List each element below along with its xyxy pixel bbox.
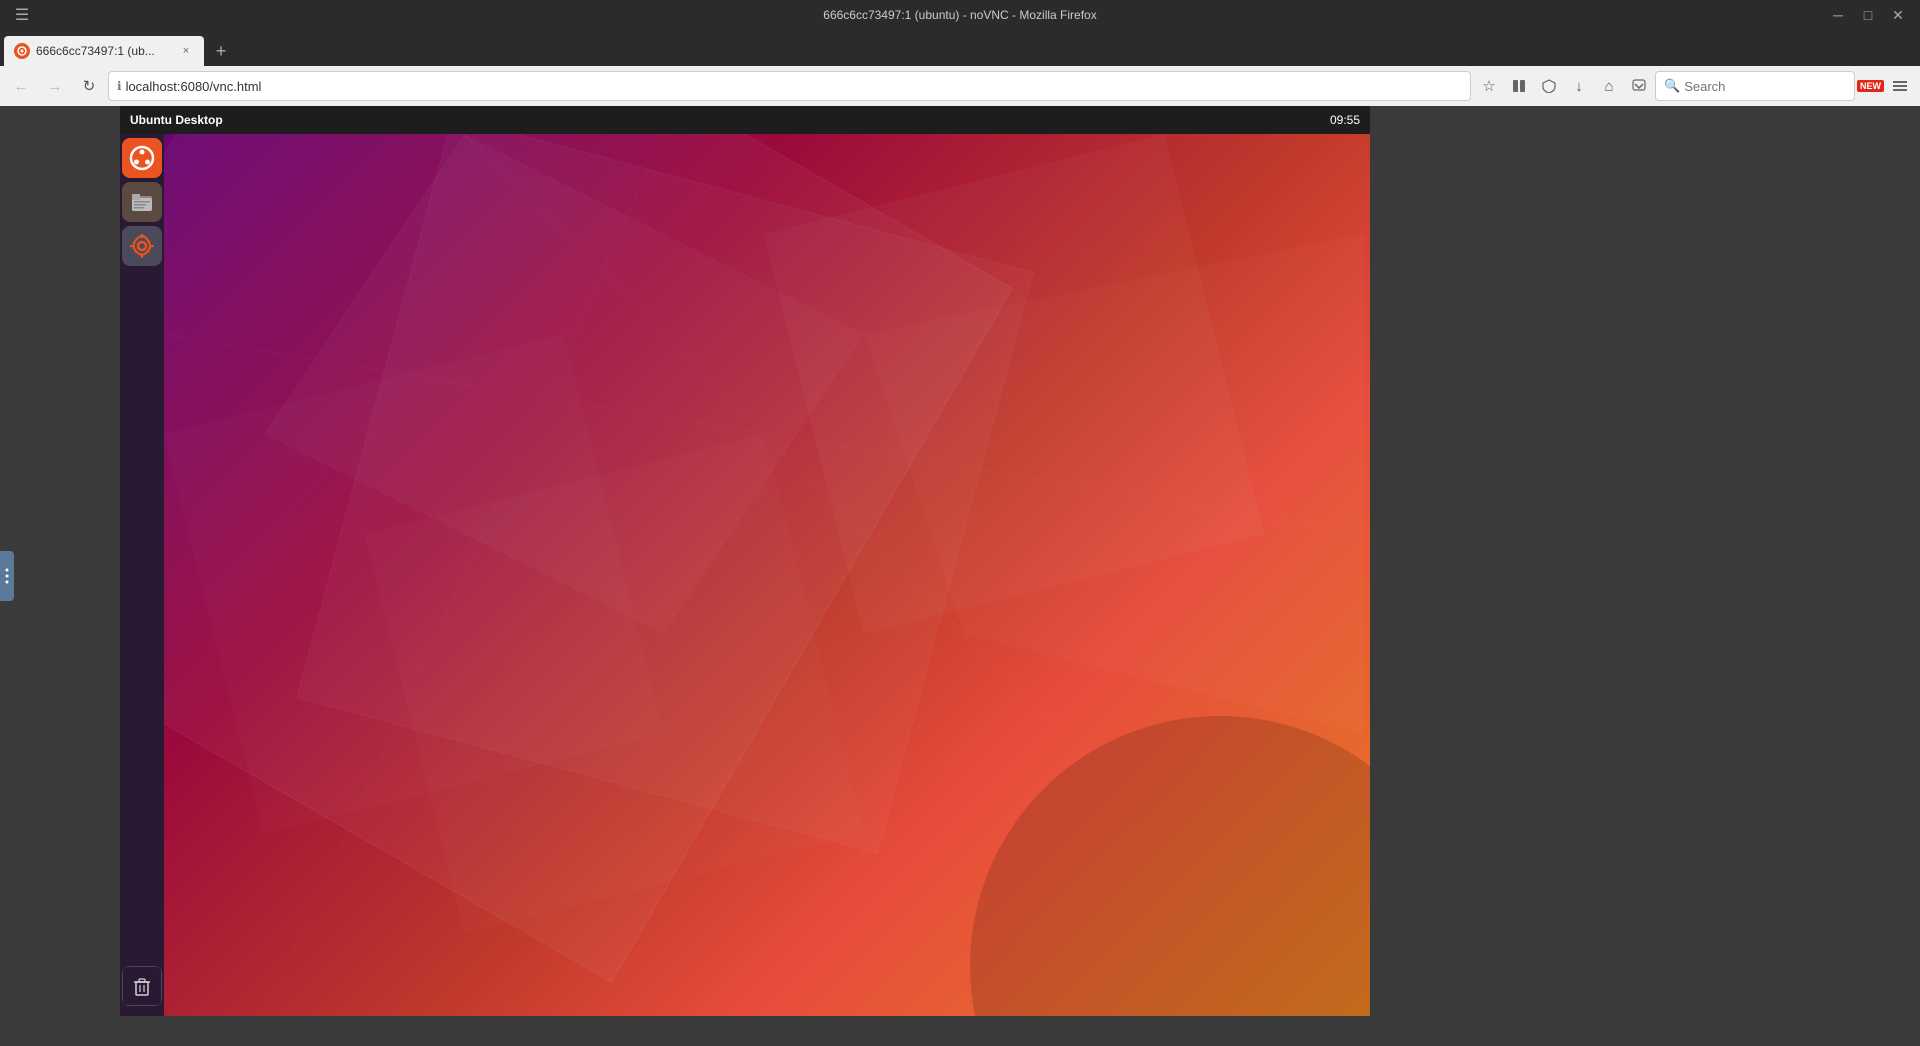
- maximize-button[interactable]: □: [1854, 1, 1882, 29]
- trash-icon[interactable]: [122, 966, 162, 1006]
- reader-mode-button[interactable]: [1505, 72, 1533, 100]
- system-settings-icon[interactable]: [122, 226, 162, 266]
- lock-icon: ℹ: [117, 79, 122, 93]
- close-button[interactable]: ✕: [1884, 1, 1912, 29]
- ubuntu-desktop-label: Ubuntu Desktop: [130, 113, 223, 127]
- download-button[interactable]: ↓: [1565, 72, 1593, 100]
- search-container[interactable]: 🔍: [1655, 71, 1855, 101]
- new-badge: NEW: [1857, 80, 1884, 92]
- tab-close-button[interactable]: ×: [178, 43, 194, 59]
- tab-bar: 666c6cc73497:1 (ub... × +: [0, 30, 1920, 66]
- extensions-button[interactable]: [1886, 72, 1914, 100]
- ubuntu-dash-icon[interactable]: [122, 138, 162, 178]
- shield-button[interactable]: [1535, 72, 1563, 100]
- ubuntu-topbar: Ubuntu Desktop 09:55: [120, 106, 1370, 134]
- decorative-circle: [970, 716, 1370, 1016]
- title-bar: ☰ 666c6cc73497:1 (ubuntu) - noVNC - Mozi…: [0, 0, 1920, 30]
- address-bar[interactable]: [126, 79, 1462, 94]
- vnc-content[interactable]: Ubuntu Desktop 09:55: [0, 106, 1920, 1046]
- firefox-window: ☰ 666c6cc73497:1 (ubuntu) - noVNC - Mozi…: [0, 0, 1920, 1046]
- search-input[interactable]: [1684, 79, 1834, 94]
- window-controls: ─ □ ✕: [1824, 0, 1912, 30]
- files-icon[interactable]: [122, 182, 162, 222]
- pocket-button[interactable]: [1625, 72, 1653, 100]
- reload-button[interactable]: ↻: [74, 71, 104, 101]
- ubuntu-desktop: Ubuntu Desktop 09:55: [120, 106, 1370, 1016]
- menu-button[interactable]: ☰: [8, 0, 36, 30]
- bookmark-button[interactable]: ☆: [1475, 72, 1503, 100]
- vnc-sidebar-handle[interactable]: [0, 551, 14, 601]
- forward-button[interactable]: →: [40, 71, 70, 101]
- ubuntu-wallpaper[interactable]: [164, 134, 1370, 1016]
- unity-launcher: [120, 134, 164, 1016]
- active-tab[interactable]: 666c6cc73497:1 (ub... ×: [4, 36, 204, 66]
- ubuntu-clock: 09:55: [1330, 113, 1360, 127]
- tab-favicon: [14, 43, 30, 59]
- tab-title: 666c6cc73497:1 (ub...: [36, 44, 172, 58]
- nav-bar: ← → ↻ ℹ ☆ ↓ ⌂: [0, 66, 1920, 106]
- minimize-button[interactable]: ─: [1824, 1, 1852, 29]
- window-title: 666c6cc73497:1 (ubuntu) - noVNC - Mozill…: [823, 8, 1096, 22]
- back-button[interactable]: ←: [6, 71, 36, 101]
- new-tab-button[interactable]: +: [206, 36, 236, 66]
- home-button[interactable]: ⌂: [1595, 72, 1623, 100]
- toolbar-right: ☆ ↓ ⌂ 🔍: [1475, 71, 1914, 101]
- search-icon: 🔍: [1664, 78, 1680, 94]
- address-bar-container[interactable]: ℹ: [108, 71, 1471, 101]
